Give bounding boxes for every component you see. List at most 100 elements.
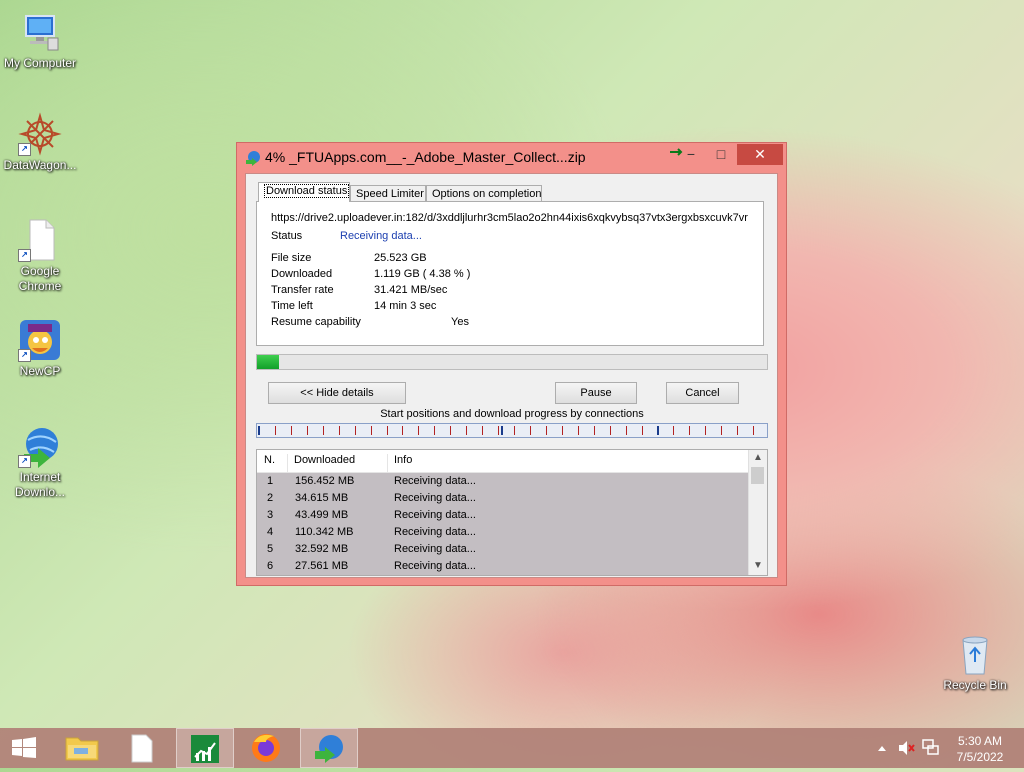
connection-marker — [482, 426, 483, 435]
list-item[interactable]: 6 27.561 MB Receiving data... — [257, 558, 749, 575]
taskbar-monitor-app[interactable] — [176, 728, 234, 768]
connection-marker — [737, 426, 738, 435]
maximize-button[interactable]: □ — [707, 144, 735, 165]
desktop-icon-recycle-bin[interactable]: Recycle Bin — [935, 632, 1015, 693]
taskbar-document[interactable] — [114, 728, 170, 768]
connection-marker — [466, 426, 467, 435]
status-label: Status — [271, 230, 303, 242]
desktop-icon-label: NewCP — [19, 364, 61, 378]
pause-button[interactable]: Pause — [555, 382, 637, 404]
shortcut-arrow-icon: ↗ — [18, 143, 31, 156]
newcp-icon: ↗ — [18, 318, 62, 362]
connection-marker — [610, 426, 611, 435]
clock-date: 7/5/2022 — [956, 750, 1004, 764]
recycle-bin-icon — [953, 632, 997, 676]
minimize-button[interactable]: − — [677, 144, 705, 165]
connection-marker — [402, 426, 403, 435]
taskbar-firefox[interactable] — [238, 728, 294, 768]
scroll-thumb[interactable] — [751, 467, 764, 484]
connection-marker — [594, 426, 595, 435]
scroll-down-arrow-icon[interactable]: ▼ — [749, 558, 767, 574]
list-item[interactable]: 3 43.499 MB Receiving data... — [257, 507, 749, 524]
tab-label: Options on completion — [432, 188, 542, 200]
close-button[interactable]: ✕ — [737, 144, 783, 165]
header-n[interactable]: N. — [264, 454, 275, 466]
connections-list[interactable]: N. Downloaded Info 1 156.452 MB Receivin… — [256, 449, 768, 576]
connection-marker — [418, 426, 419, 435]
document-icon — [131, 734, 153, 763]
title-bar[interactable]: 4% _FTUApps.com__-_Adobe_Master_Collect.… — [237, 143, 786, 173]
cell-downloaded: 27.561 MB — [295, 560, 349, 572]
window-title: 4% _FTUApps.com__-_Adobe_Master_Collect.… — [265, 149, 586, 165]
connection-marker — [562, 426, 563, 435]
list-item[interactable]: 4 110.342 MB Receiving data... — [257, 524, 749, 541]
detail-value: Yes — [451, 316, 469, 328]
desktop-icon-google-chrome[interactable]: ↗ Google Chrome — [0, 218, 80, 294]
tab-options-on-completion[interactable]: Options on completion — [426, 185, 542, 201]
download-status-panel: https://drive2.uploadever.in:182/d/3xddl… — [256, 201, 764, 346]
connection-marker — [721, 426, 722, 435]
cell-downloaded: 34.615 MB — [295, 492, 349, 504]
taskbar-clock[interactable]: 5:30 AM 7/5/2022 — [948, 733, 1012, 765]
taskbar-internet-download-manager[interactable] — [300, 728, 358, 768]
start-button[interactable] — [0, 728, 48, 768]
connection-marker — [642, 426, 643, 435]
connection-marker — [705, 426, 706, 435]
header-info[interactable]: Info — [394, 454, 412, 466]
window-client-area: Download status Speed Limiter Options on… — [245, 173, 778, 578]
cell-downloaded: 110.342 MB — [295, 526, 354, 538]
list-header: N. Downloaded Info — [257, 450, 749, 476]
status-value: Receiving data... — [340, 230, 422, 242]
cancel-button[interactable]: Cancel — [666, 382, 739, 404]
tab-label: Download status — [264, 184, 350, 198]
idm-globe-icon: ↗ — [18, 424, 62, 468]
cell-n: 3 — [267, 509, 274, 521]
cell-info: Receiving data... — [394, 492, 476, 504]
file-icon: ↗ — [18, 218, 62, 262]
tab-download-status[interactable]: Download status — [258, 182, 350, 202]
detail-key: File size — [271, 252, 312, 264]
list-scrollbar[interactable]: ▲ ▼ — [748, 450, 767, 575]
cell-info: Receiving data... — [394, 526, 476, 538]
list-rows: 1 156.452 MB Receiving data... 2 34.615 … — [257, 473, 749, 575]
shortcut-arrow-icon: ↗ — [18, 249, 31, 262]
firefox-icon — [252, 734, 280, 762]
download-progress-bar — [256, 354, 768, 370]
folder-icon — [65, 737, 99, 761]
taskbar-file-explorer[interactable] — [54, 728, 110, 768]
header-downloaded[interactable]: Downloaded — [294, 454, 355, 466]
desktop-icon-label: Internet Downlo... — [14, 470, 66, 499]
scroll-up-arrow-icon[interactable]: ▲ — [749, 450, 767, 466]
desktop-icon-newcp[interactable]: ↗ NewCP — [0, 318, 80, 379]
tray-show-hidden-icon[interactable] — [876, 728, 888, 768]
network-icon[interactable] — [920, 728, 940, 768]
list-item[interactable]: 1 156.452 MB Receiving data... — [257, 473, 749, 490]
cell-n: 5 — [267, 543, 274, 555]
connection-marker — [307, 426, 308, 435]
desktop-icon-datawagon[interactable]: ↗ DataWagon... — [0, 112, 80, 173]
list-item[interactable]: 2 34.615 MB Receiving data... — [257, 490, 749, 507]
desktop-icon-my-computer[interactable]: My Computer — [0, 10, 80, 71]
clock-time: 5:30 AM — [957, 734, 1003, 748]
detail-value: 1.119 GB ( 4.38 % ) — [374, 268, 471, 280]
connection-marker — [498, 426, 499, 435]
hide-details-button[interactable]: << Hide details — [268, 382, 406, 404]
connection-marker — [753, 426, 754, 435]
cell-n: 2 — [267, 492, 274, 504]
connection-marker — [530, 426, 531, 435]
list-item[interactable]: 5 32.592 MB Receiving data... — [257, 541, 749, 558]
detail-value: 25.523 GB — [374, 252, 427, 264]
connection-marker — [387, 426, 388, 435]
desktop-icon-label: DataWagon... — [3, 158, 77, 172]
detail-key: Downloaded — [271, 268, 333, 280]
connection-progress-marker — [258, 426, 260, 435]
cell-info: Receiving data... — [394, 509, 476, 521]
desktop-icon-internet-download-manager[interactable]: ↗ Internet Downlo... — [0, 424, 80, 500]
connection-marker — [673, 426, 674, 435]
connection-marker — [689, 426, 690, 435]
connection-marker — [626, 426, 627, 435]
tab-speed-limiter[interactable]: Speed Limiter — [350, 185, 426, 201]
cell-info: Receiving data... — [394, 475, 476, 487]
volume-muted-icon[interactable] — [896, 728, 916, 768]
connection-marker — [339, 426, 340, 435]
